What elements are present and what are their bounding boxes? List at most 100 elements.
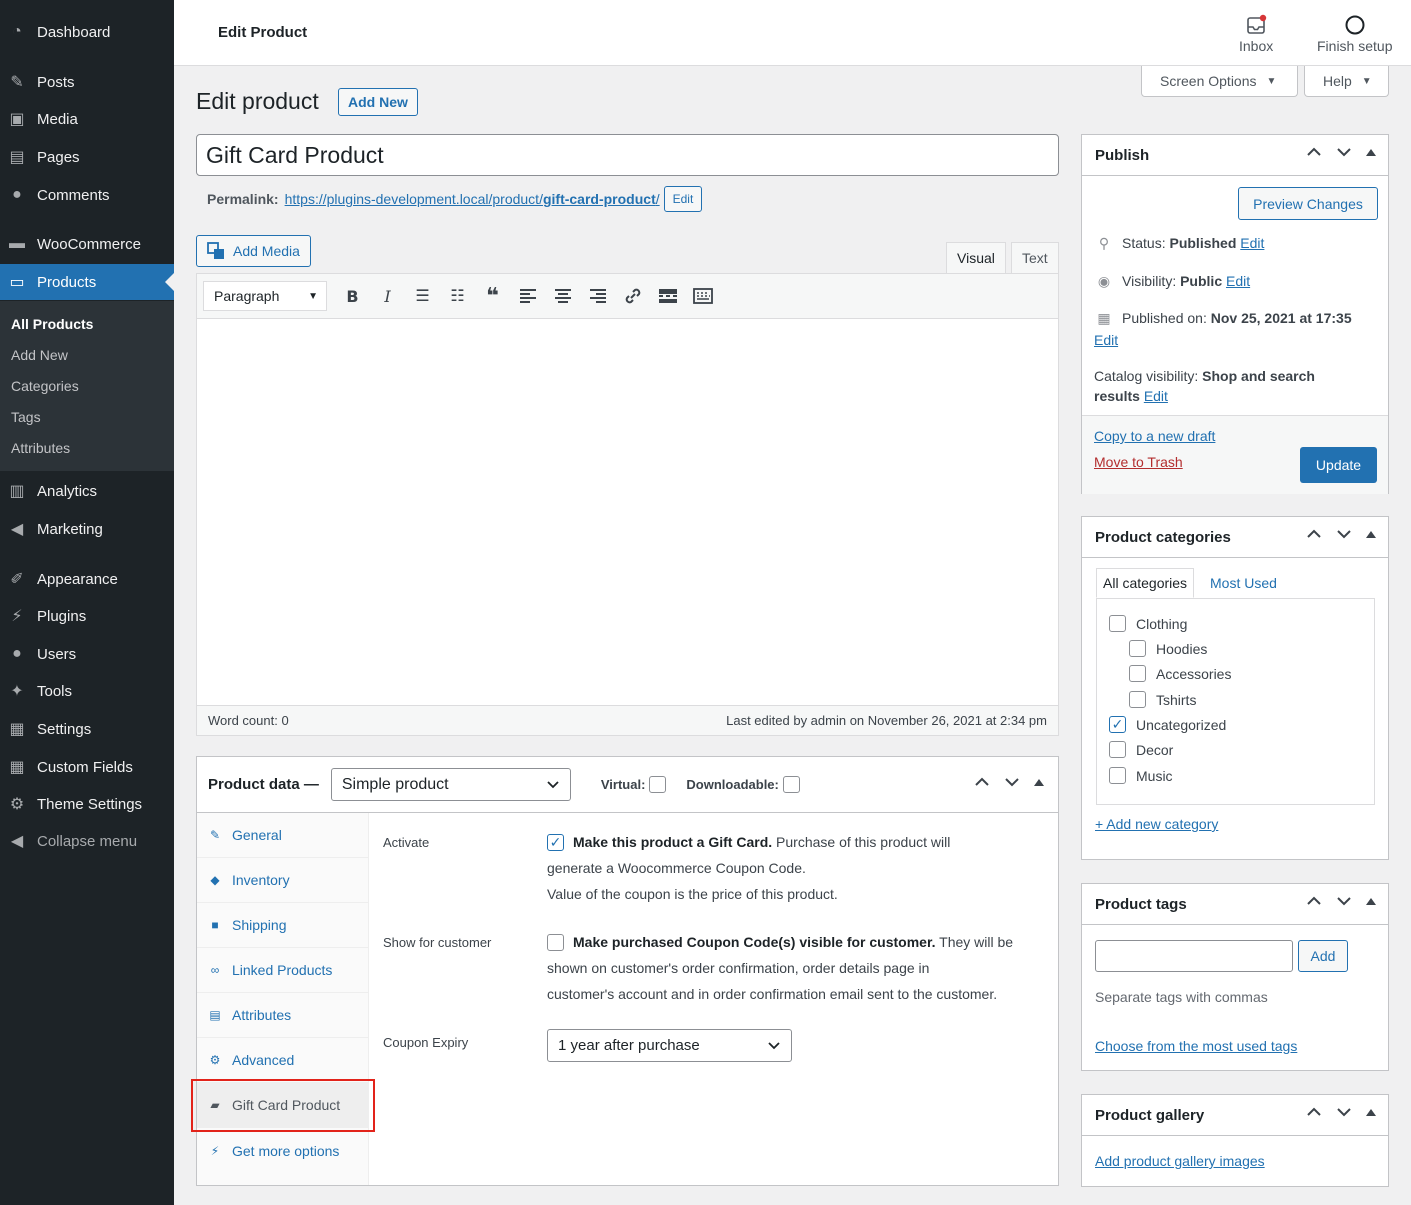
catalog-edit-link[interactable]: Edit (1144, 386, 1168, 406)
collapse-triangle-icon[interactable] (1366, 897, 1376, 905)
tab-visual[interactable]: Visual (946, 242, 1006, 274)
show-for-customer-checkbox[interactable] (547, 934, 564, 951)
bullet-list-icon[interactable]: ☰ (405, 281, 440, 311)
chevron-down-icon[interactable] (1336, 529, 1352, 539)
read-more-icon[interactable] (650, 281, 685, 311)
collapse-menu-button[interactable]: ◀ Collapse menu (0, 823, 174, 859)
toolbar-toggle-icon[interactable] (685, 281, 720, 311)
category-checkbox[interactable] (1129, 691, 1146, 708)
category-checkbox[interactable] (1129, 665, 1146, 682)
product-title-input[interactable]: Gift Card Product (196, 134, 1059, 176)
published-edit-link[interactable]: Edit (1094, 330, 1118, 350)
tab-advanced[interactable]: ⚙ Advanced (197, 1038, 368, 1083)
align-center-icon[interactable] (545, 281, 580, 311)
add-media-button[interactable]: Add Media (196, 235, 311, 267)
category-uncategorized[interactable]: ✓ Uncategorized (1109, 716, 1226, 733)
add-tag-button[interactable]: Add (1298, 940, 1348, 972)
chevron-down-icon[interactable] (1336, 1107, 1352, 1117)
add-new-category-link[interactable]: + Add new category (1095, 816, 1218, 832)
tab-all-categories[interactable]: All categories (1096, 568, 1195, 598)
category-checkbox[interactable] (1129, 640, 1146, 657)
category-checkbox[interactable] (1109, 767, 1126, 784)
permalink-edit-button[interactable]: Edit (663, 186, 703, 212)
help-button[interactable]: Help ▼ (1304, 66, 1389, 97)
menu-tools[interactable]: ✦ Tools (0, 673, 174, 709)
activate-checkbox[interactable]: ✓ (547, 834, 564, 851)
menu-products[interactable]: ▭ Products (0, 264, 174, 300)
submenu-add-new[interactable]: Add New (11, 347, 68, 363)
tab-general[interactable]: ✎ General (197, 813, 368, 858)
menu-dashboard[interactable]: ◔ Dashboard (0, 14, 174, 50)
menu-posts[interactable]: ✎ Posts (0, 64, 174, 100)
menu-custom-fields[interactable]: ▦ Custom Fields (0, 749, 174, 785)
screen-options-button[interactable]: Screen Options ▼ (1141, 66, 1298, 97)
chevron-up-icon[interactable] (1306, 896, 1322, 906)
menu-users[interactable]: ● Users (0, 636, 174, 672)
chevron-down-icon[interactable] (1336, 147, 1352, 157)
category-checkbox[interactable] (1109, 741, 1126, 758)
choose-tags-link[interactable]: Choose from the most used tags (1095, 1038, 1297, 1054)
coupon-expiry-select[interactable]: 1 year after purchase (547, 1029, 792, 1062)
tab-inventory[interactable]: ◆ Inventory (197, 858, 368, 903)
menu-settings[interactable]: ▦ Settings (0, 711, 174, 747)
chevron-up-icon[interactable] (1306, 1107, 1322, 1117)
preview-changes-button[interactable]: Preview Changes (1238, 187, 1378, 220)
menu-plugins[interactable]: ⚡ Plugins (0, 598, 174, 634)
chevron-up-icon[interactable] (1306, 529, 1322, 539)
downloadable-checkbox[interactable] (782, 776, 800, 793)
italic-icon[interactable]: I (370, 281, 405, 311)
bold-icon[interactable]: B (335, 281, 370, 311)
submenu-tags[interactable]: Tags (11, 409, 41, 425)
virtual-checkbox[interactable] (649, 776, 667, 793)
collapse-triangle-icon[interactable] (1034, 778, 1044, 786)
copy-draft-link[interactable]: Copy to a new draft (1094, 428, 1215, 444)
tab-get-more-options[interactable]: ⚡ Get more options (197, 1128, 368, 1173)
menu-appearance[interactable]: ✐ Appearance (0, 561, 174, 597)
menu-woocommerce[interactable]: ▬ WooCommerce (0, 226, 174, 262)
format-select[interactable]: Paragraph ▼ (203, 281, 327, 311)
category-decor[interactable]: Decor (1109, 741, 1173, 758)
category-hoodies[interactable]: Hoodies (1129, 640, 1207, 657)
add-gallery-images-link[interactable]: Add product gallery images (1095, 1153, 1265, 1169)
collapse-triangle-icon[interactable] (1366, 530, 1376, 538)
collapse-triangle-icon[interactable] (1366, 1108, 1376, 1116)
tab-text[interactable]: Text (1011, 242, 1059, 274)
chevron-up-icon[interactable] (974, 777, 990, 787)
submenu-categories[interactable]: Categories (11, 378, 79, 394)
blockquote-icon[interactable]: ❝ (475, 281, 510, 311)
align-right-icon[interactable] (580, 281, 615, 311)
align-left-icon[interactable] (510, 281, 545, 311)
tab-linked-products[interactable]: ∞ Linked Products (197, 948, 368, 993)
move-to-trash-link[interactable]: Move to Trash (1094, 454, 1183, 470)
menu-comments[interactable]: ● Comments (0, 177, 174, 213)
submenu-all-products[interactable]: All Products (11, 316, 93, 332)
category-accessories[interactable]: Accessories (1129, 665, 1231, 682)
tag-input[interactable] (1095, 940, 1293, 972)
menu-media[interactable]: ▣ Media (0, 101, 174, 137)
inbox-button[interactable]: Inbox (1239, 12, 1273, 54)
chevron-up-icon[interactable] (1306, 147, 1322, 157)
permalink-link[interactable]: https://plugins-development.local/produc… (285, 191, 660, 207)
link-icon[interactable] (615, 281, 650, 311)
add-new-button[interactable]: Add New (338, 88, 418, 116)
category-checkbox[interactable]: ✓ (1109, 716, 1126, 733)
update-button[interactable]: Update (1300, 447, 1377, 483)
menu-analytics[interactable]: ▥ Analytics (0, 473, 174, 509)
collapse-triangle-icon[interactable] (1366, 148, 1376, 156)
chevron-down-icon[interactable] (1336, 896, 1352, 906)
category-tshirts[interactable]: Tshirts (1129, 691, 1196, 708)
tab-shipping[interactable]: ■ Shipping (197, 903, 368, 948)
menu-pages[interactable]: ▤ Pages (0, 139, 174, 175)
visibility-edit-link[interactable]: Edit (1226, 271, 1250, 291)
status-edit-link[interactable]: Edit (1240, 233, 1264, 253)
menu-theme-settings[interactable]: ⚙ Theme Settings (0, 786, 174, 822)
numbered-list-icon[interactable]: ☷ (440, 281, 475, 311)
finish-setup-button[interactable]: Finish setup (1317, 12, 1392, 54)
menu-marketing[interactable]: ◀ Marketing (0, 511, 174, 547)
chevron-down-icon[interactable] (1004, 777, 1020, 787)
category-clothing[interactable]: Clothing (1109, 615, 1187, 632)
tab-attributes[interactable]: ▤ Attributes (197, 993, 368, 1038)
product-type-select[interactable]: Simple product (330, 768, 571, 801)
tab-most-used[interactable]: Most Used (1204, 568, 1283, 598)
category-music[interactable]: Music (1109, 767, 1173, 784)
